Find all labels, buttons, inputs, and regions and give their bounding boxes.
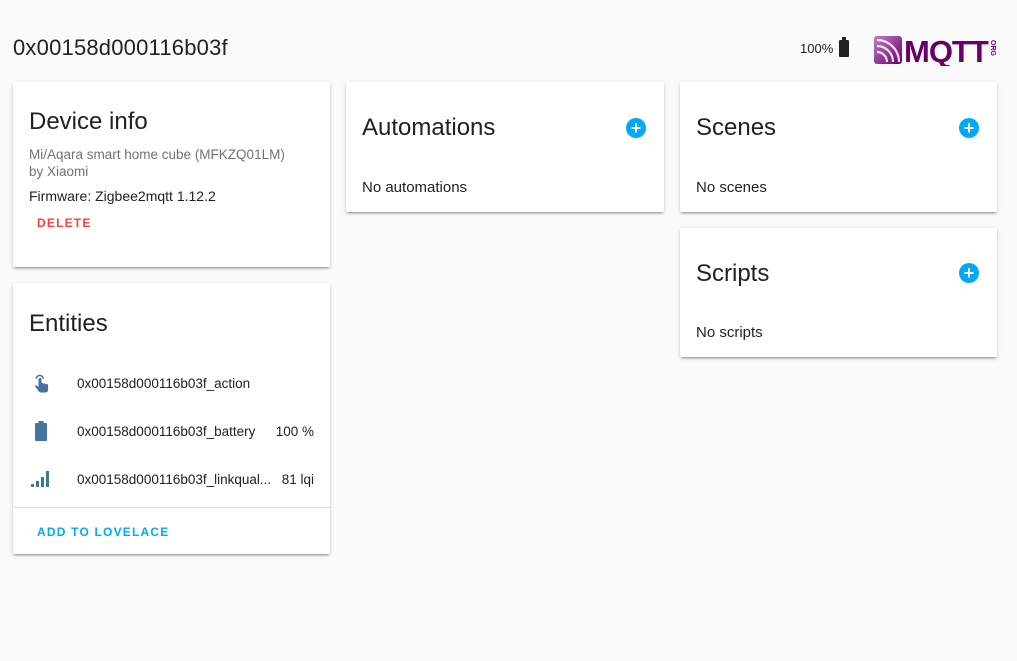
plus-icon: + — [963, 263, 975, 283]
entity-row-battery[interactable]: 0x00158d000116b03f_battery 100 % — [13, 411, 330, 451]
device-firmware: Firmware: Zigbee2mqtt 1.12.2 — [29, 188, 216, 204]
mqtt-logo: MQTT ORG — [874, 34, 996, 66]
add-scene-button[interactable]: + — [959, 118, 979, 138]
battery-status: 100% — [800, 37, 850, 57]
plus-icon: + — [630, 118, 642, 138]
device-manufacturer: by Xiaomi — [29, 164, 89, 179]
scenes-empty-text: No scenes — [696, 179, 767, 196]
battery-icon — [31, 420, 51, 442]
entities-title: Entities — [29, 310, 108, 337]
delete-button[interactable]: DELETE — [37, 216, 92, 230]
entity-name: 0x00158d000116b03f_linkqual... — [77, 471, 272, 487]
entities-card: Entities 0x00158d000116b03f_action 0x001… — [13, 283, 330, 554]
scenes-title: Scenes — [696, 114, 777, 141]
mqtt-logo-suffix: ORG — [989, 40, 996, 57]
scripts-card: Scripts + No scripts — [680, 228, 997, 357]
scripts-empty-text: No scripts — [696, 324, 763, 341]
gesture-tap-icon — [31, 372, 51, 394]
automations-title: Automations — [362, 114, 496, 141]
device-info-title: Device info — [29, 108, 148, 135]
plus-icon: + — [963, 118, 975, 138]
mqtt-logo-text: MQTT — [904, 34, 989, 66]
entity-name: 0x00158d000116b03f_action — [77, 375, 251, 391]
device-model: Mi/Aqara smart home cube (MFKZQ01LM) by … — [29, 146, 285, 180]
automations-empty-text: No automations — [362, 179, 468, 196]
add-script-button[interactable]: + — [959, 263, 979, 283]
entity-state: 81 lqi — [281, 471, 314, 487]
card-divider — [13, 507, 330, 508]
battery-percent: 100% — [800, 41, 834, 56]
add-to-lovelace-button[interactable]: ADD TO LOVELACE — [37, 525, 169, 539]
signal-icon — [31, 468, 51, 490]
scripts-title: Scripts — [696, 260, 770, 287]
device-info-card: Device info Mi/Aqara smart home cube (MF… — [13, 82, 330, 267]
entity-state: 100 % — [275, 423, 314, 439]
add-automation-button[interactable]: + — [626, 118, 646, 138]
entity-row-linkquality[interactable]: 0x00158d000116b03f_linkqual... 81 lqi — [13, 459, 330, 499]
scenes-card: Scenes + No scenes — [680, 82, 997, 212]
entity-name: 0x00158d000116b03f_battery — [77, 423, 256, 439]
automations-card: Automations + No automations — [346, 82, 664, 212]
battery-icon — [839, 37, 850, 57]
page-title: 0x00158d000116b03f — [13, 35, 228, 60]
entity-row-action[interactable]: 0x00158d000116b03f_action — [13, 363, 330, 403]
device-model-text: Mi/Aqara smart home cube (MFKZQ01LM) — [29, 147, 285, 162]
